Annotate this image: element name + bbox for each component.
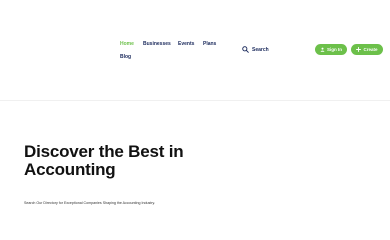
hero-subtitle: Search Our Directory for Exceptional Com…: [24, 200, 155, 205]
user-icon: [320, 47, 325, 52]
nav-item-businesses[interactable]: Businesses: [143, 41, 171, 47]
sign-in-label: Sign In: [327, 47, 342, 52]
site-header: Home Businesses Events Plans Blog Search: [0, 0, 390, 101]
search-button[interactable]: Search: [242, 45, 269, 54]
nav-item-events[interactable]: Events: [178, 41, 194, 47]
search-icon: [242, 46, 249, 53]
create-label: Create: [363, 47, 378, 52]
page: Home Businesses Events Plans Blog Search: [0, 0, 390, 240]
search-label: Search: [252, 46, 269, 53]
nav-item-blog[interactable]: Blog: [120, 54, 131, 60]
create-button[interactable]: Create: [351, 44, 383, 55]
hero-title: Discover the Best in Accounting: [24, 142, 184, 179]
nav-item-plans[interactable]: Plans: [203, 41, 216, 47]
plus-icon: [356, 47, 362, 52]
nav-item-home[interactable]: Home: [120, 41, 134, 47]
sign-in-button[interactable]: Sign In: [315, 44, 347, 55]
